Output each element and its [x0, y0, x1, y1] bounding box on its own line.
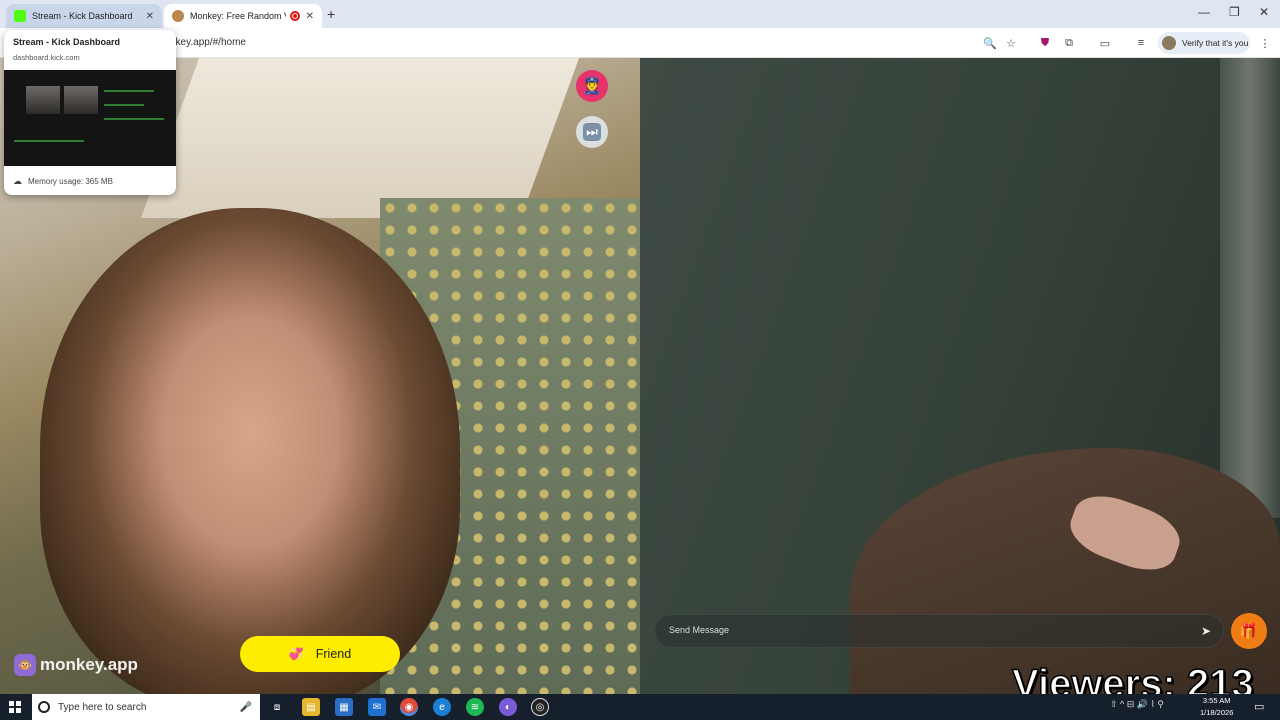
send-arrow-icon[interactable]: ➤ — [1201, 624, 1211, 638]
microphone-icon[interactable]: 🎤 — [240, 702, 252, 713]
browser-tab-bar: Stream - Kick Dashboard ✕ Monkey: Free R… — [0, 0, 1280, 28]
store-icon[interactable]: ▦ — [335, 698, 353, 716]
monkey-app-logo: 🐵 monkey.app — [14, 654, 138, 676]
gift-button[interactable]: 🎁 — [1231, 613, 1267, 649]
browser-toolbar: nkey.app/#/home 🔍 ☆ ⛊ ⧉ ▭ ≡ Verify that … — [0, 28, 1280, 58]
spotify-icon[interactable]: ≋ — [466, 698, 484, 716]
search-placeholder: Type here to search — [58, 701, 147, 713]
clock-time: 3:55 AM — [1202, 696, 1231, 705]
tab-kick-dashboard[interactable]: Stream - Kick Dashboard ✕ — [6, 4, 162, 28]
police-emoji-icon: 👮 — [582, 78, 602, 95]
friend-label: Friend — [315, 647, 352, 661]
preview-url: dashboard.kick.com — [13, 53, 80, 62]
skip-forward-icon: ⏭ — [583, 123, 601, 141]
new-tab-button[interactable]: + — [327, 6, 335, 22]
recording-indicator-icon — [289, 11, 300, 21]
messenger-icon[interactable]: ◐ — [499, 698, 517, 716]
close-tab-icon[interactable]: ✕ — [306, 11, 314, 22]
task-view-icon[interactable]: ⧈ — [268, 698, 286, 716]
verify-label: Verify that it's you — [1182, 38, 1249, 48]
cast-icon[interactable]: ▭ — [1097, 35, 1113, 51]
thumbnail-chat-line — [14, 140, 84, 142]
clock-date: 1/18/2026 — [1200, 708, 1234, 717]
memory-usage-label: Memory usage: 365 MB — [28, 177, 113, 186]
tab-title: Stream - Kick Dashboard — [32, 11, 133, 21]
restore-button[interactable]: ❐ — [1229, 5, 1240, 19]
gift-icon: 🎁 — [1239, 623, 1259, 640]
menu-kebab-icon[interactable]: ⋮ — [1257, 35, 1273, 51]
address-bar[interactable]: nkey.app/#/home — [170, 37, 246, 48]
video-subject — [850, 448, 1280, 694]
file-explorer-icon[interactable]: ▤ — [302, 698, 320, 716]
monkey-favicon-icon — [172, 10, 184, 22]
tab-title: Monkey: Free Random Vide — [190, 11, 286, 21]
thumbnail-video — [64, 86, 98, 114]
logo-text: monkey.app — [40, 655, 138, 674]
thumbnail-chat-line — [104, 90, 154, 92]
memory-usage: ☁ Memory usage: 365 MB — [13, 176, 113, 187]
video-background — [1220, 58, 1280, 518]
monkey-logo-icon: 🐵 — [14, 654, 36, 676]
minimize-button[interactable]: — — [1198, 5, 1210, 19]
media-control-icon[interactable]: ≡ — [1133, 35, 1149, 51]
add-friend-button[interactable]: 💞 Friend — [240, 636, 400, 672]
mail-icon[interactable]: ✉ — [368, 698, 386, 716]
preview-thumbnail — [4, 70, 176, 166]
message-bar: ➤ — [654, 614, 1224, 648]
remote-video-feed — [640, 58, 1280, 694]
kick-favicon-icon — [14, 10, 26, 22]
preview-title: Stream - Kick Dashboard — [13, 37, 121, 47]
bookmark-star-icon[interactable]: ☆ — [1003, 35, 1019, 51]
obs-icon[interactable]: ◎ — [531, 698, 549, 716]
thumbnail-video — [26, 86, 60, 114]
thumbnail-chat-line — [104, 104, 144, 106]
close-tab-icon[interactable]: ✕ — [146, 11, 154, 22]
heart-icon: 💞 — [288, 647, 304, 661]
skip-next-button[interactable]: ⏭ — [576, 116, 608, 148]
extension-shield-icon[interactable]: ⛊ — [1037, 35, 1053, 51]
system-tray-icons[interactable]: ⇧ ^ ⊟ 🔊 ⌇ ⚲ — [1110, 699, 1164, 710]
cortana-circle-icon — [38, 701, 50, 713]
windows-taskbar: Type here to search 🎤 ⧈ ▤ ▦ ✉ ◉ e ≋ ◐ ◎ … — [0, 694, 1280, 720]
taskbar-search[interactable]: Type here to search 🎤 — [32, 694, 260, 720]
notification-center-icon[interactable]: ▭ — [1254, 700, 1264, 713]
profile-verify-button[interactable]: Verify that it's you — [1158, 32, 1250, 54]
zoom-icon[interactable]: 🔍 — [982, 35, 998, 51]
video-background — [140, 58, 580, 218]
send-message-input[interactable] — [669, 625, 1169, 635]
chrome-icon[interactable]: ◉ — [400, 698, 418, 716]
avatar — [1162, 36, 1176, 50]
extensions-puzzle-icon[interactable]: ⧉ — [1061, 35, 1077, 51]
edge-icon[interactable]: e — [433, 698, 451, 716]
video-subject — [40, 208, 460, 694]
report-police-button[interactable]: 👮 — [576, 70, 608, 102]
close-window-button[interactable]: ✕ — [1259, 5, 1269, 19]
tab-monkey[interactable]: Monkey: Free Random Vide ✕ — [164, 4, 322, 28]
memory-chip-icon: ☁ — [13, 176, 22, 186]
tab-hover-preview: Stream - Kick Dashboard dashboard.kick.c… — [4, 30, 176, 195]
windows-start-button[interactable] — [9, 701, 21, 713]
taskbar-clock[interactable]: 3:55 AM 1/18/2026 — [1200, 695, 1233, 719]
thumbnail-chat-line — [104, 118, 164, 120]
